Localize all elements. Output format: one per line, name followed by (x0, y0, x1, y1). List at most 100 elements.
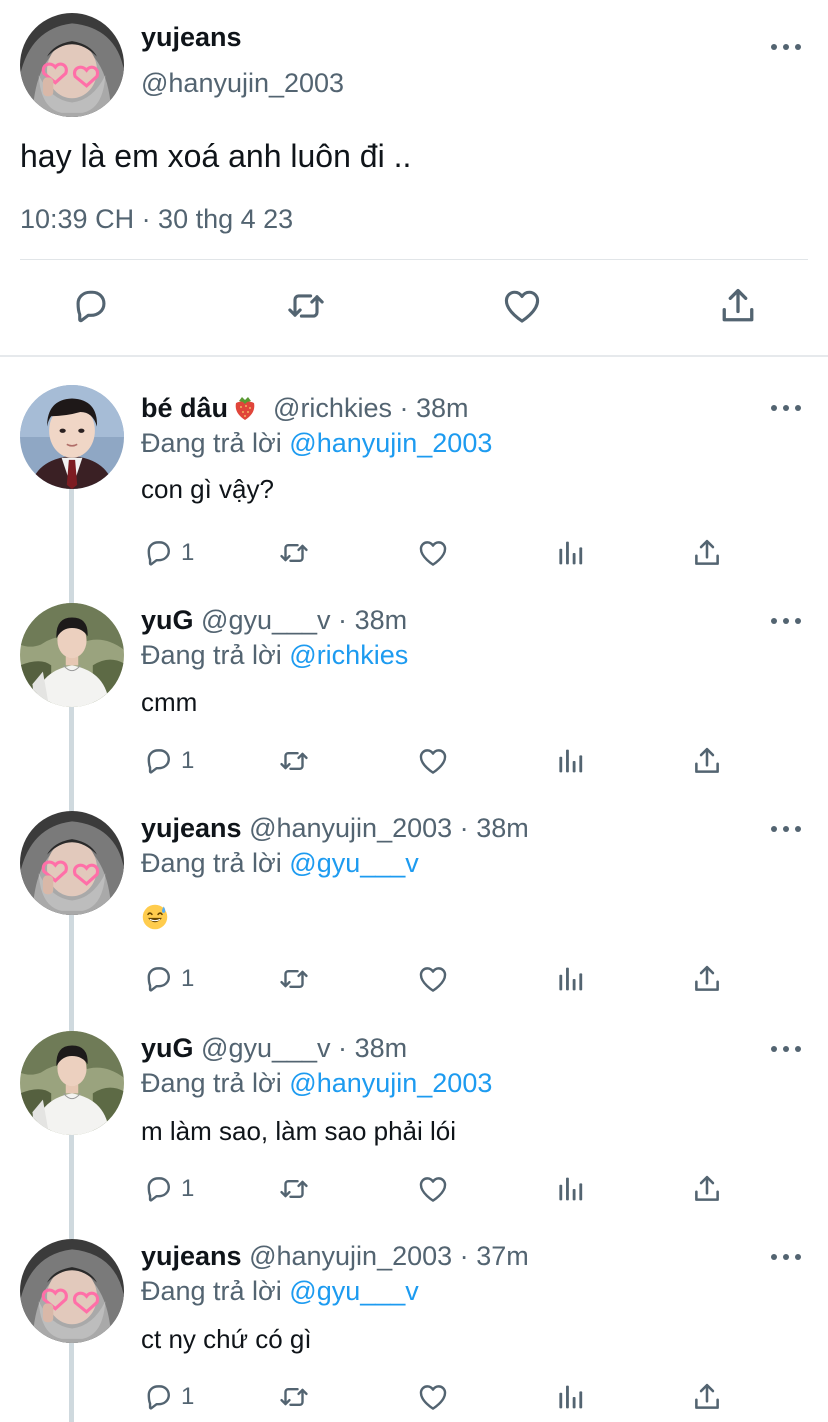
strawberry-emoji-icon (232, 393, 258, 421)
reply-count: 1 (181, 747, 195, 774)
mention-link[interactable]: @richkies (289, 640, 408, 670)
replying-to: Đang trả lời @hanyujin_2003 (141, 428, 492, 459)
separator: · (399, 393, 409, 423)
section-divider (0, 355, 828, 357)
retweet-icon[interactable] (277, 743, 311, 779)
more-options-icon[interactable] (771, 1044, 801, 1054)
reply-button[interactable]: 1 (141, 1379, 194, 1415)
mention-link[interactable]: @hanyujin_2003 (289, 428, 492, 458)
reply-action-bar: 1 (0, 1171, 828, 1211)
separator: · (459, 1241, 469, 1271)
replying-label: Đang trả lời (141, 1276, 282, 1306)
stats-icon[interactable] (553, 961, 587, 997)
stats-icon[interactable] (553, 743, 587, 779)
more-options-icon[interactable] (771, 1252, 801, 1262)
avatar[interactable] (20, 811, 124, 915)
stats-icon[interactable] (553, 1171, 587, 1207)
reply-text (141, 903, 169, 938)
reply-action-bar: 1 (0, 1379, 828, 1419)
retweet-icon[interactable] (277, 1379, 311, 1415)
user-handle[interactable]: @hanyujin_2003 (249, 1241, 452, 1271)
replying-to: Đang trả lời @gyu___v (141, 848, 419, 879)
more-options-icon[interactable] (771, 616, 801, 626)
display-name[interactable]: bé dâu (141, 393, 228, 423)
display-name[interactable]: yujeans (141, 22, 242, 53)
avatar[interactable] (20, 1031, 124, 1135)
display-name[interactable]: yuG (141, 1033, 194, 1063)
share-icon[interactable] (690, 535, 724, 571)
reply-header: yujeans @hanyujin_2003 · 37m (141, 1241, 529, 1272)
user-handle[interactable]: @gyu___v (201, 605, 331, 635)
user-handle[interactable]: @richkies (273, 393, 392, 423)
reply-header: yuG @gyu___v · 38m (141, 1033, 407, 1064)
tweet-text: hay là em xoá anh luôn đi .. (20, 138, 412, 174)
reply-time[interactable]: 37m (476, 1241, 529, 1271)
avatar[interactable] (20, 385, 124, 489)
user-handle[interactable]: @hanyujin_2003 (141, 68, 344, 99)
display-name[interactable]: yujeans (141, 813, 242, 843)
reply-text: con gì vậy? (141, 474, 274, 504)
reply-icon (141, 1380, 175, 1414)
reply-time[interactable]: 38m (476, 813, 529, 843)
retweet-icon[interactable] (277, 535, 311, 571)
retweet-icon[interactable] (277, 1171, 311, 1207)
mention-link[interactable]: @gyu___v (289, 848, 419, 878)
replying-label: Đang trả lời (141, 640, 282, 670)
avatar[interactable] (20, 603, 124, 707)
like-icon[interactable] (416, 1379, 450, 1415)
more-options-icon[interactable] (771, 403, 801, 413)
share-icon[interactable] (716, 284, 760, 328)
reply-icon (141, 962, 175, 996)
like-icon[interactable] (416, 535, 450, 571)
reply-tweet[interactable]: yujeans @hanyujin_2003 · 38m Đang trả lờ… (0, 811, 828, 1031)
reply-button[interactable]: 1 (141, 961, 194, 997)
more-options-icon[interactable] (771, 824, 801, 834)
like-icon[interactable] (416, 1171, 450, 1207)
reply-tweet[interactable]: bé dâu @richkies · 38m Đang trả lời @han… (0, 385, 828, 605)
avatar[interactable] (20, 1239, 124, 1343)
reply-action-bar: 1 (0, 961, 828, 1001)
reply-button[interactable]: 1 (141, 1171, 194, 1207)
like-icon[interactable] (500, 284, 544, 328)
share-icon[interactable] (690, 1379, 724, 1415)
like-icon[interactable] (416, 961, 450, 997)
share-icon[interactable] (690, 1171, 724, 1207)
reply-header: yujeans @hanyujin_2003 · 38m (141, 813, 529, 844)
tweet-timestamp[interactable]: 10:39 CH · 30 thg 4 23 (20, 204, 293, 235)
retweet-icon[interactable] (277, 961, 311, 997)
more-options-icon[interactable] (771, 42, 801, 52)
divider (20, 259, 808, 260)
share-icon[interactable] (690, 743, 724, 779)
retweet-icon[interactable] (284, 284, 328, 328)
reply-tweet[interactable]: yuG @gyu___v · 38m Đang trả lời @hanyuji… (0, 1031, 828, 1251)
separator: · (338, 605, 348, 635)
reply-tweet[interactable]: yujeans @hanyujin_2003 · 37m Đang trả lờ… (0, 1239, 828, 1422)
stats-icon[interactable] (553, 1379, 587, 1415)
reply-count: 1 (181, 1175, 195, 1202)
reply-button[interactable]: 1 (141, 535, 194, 571)
reply-time[interactable]: 38m (355, 605, 408, 635)
like-icon[interactable] (416, 743, 450, 779)
reply-time[interactable]: 38m (416, 393, 469, 423)
user-handle[interactable]: @hanyujin_2003 (249, 813, 452, 843)
reply-text: cmm (141, 687, 198, 717)
mention-link[interactable]: @hanyujin_2003 (289, 1068, 492, 1098)
reply-tweet[interactable]: yuG @gyu___v · 38m Đang trả lời @richkie… (0, 603, 828, 823)
reply-action-bar: 1 (0, 535, 828, 575)
replying-to: Đang trả lời @gyu___v (141, 1276, 419, 1307)
reply-count: 1 (181, 1383, 195, 1410)
mention-link[interactable]: @gyu___v (289, 1276, 419, 1306)
display-name[interactable]: yujeans (141, 1241, 242, 1271)
display-name[interactable]: yuG (141, 605, 194, 635)
stats-icon[interactable] (553, 535, 587, 571)
reply-button[interactable]: 1 (141, 743, 194, 779)
reply-count: 1 (181, 965, 195, 992)
grinning-sweat-emoji-icon (141, 903, 169, 931)
reply-icon[interactable] (68, 284, 112, 328)
user-handle[interactable]: @gyu___v (201, 1033, 331, 1063)
avatar[interactable] (20, 13, 124, 117)
share-icon[interactable] (690, 961, 724, 997)
replying-to: Đang trả lời @hanyujin_2003 (141, 1068, 492, 1099)
reply-header: bé dâu @richkies · 38m (141, 393, 469, 424)
reply-time[interactable]: 38m (355, 1033, 408, 1063)
